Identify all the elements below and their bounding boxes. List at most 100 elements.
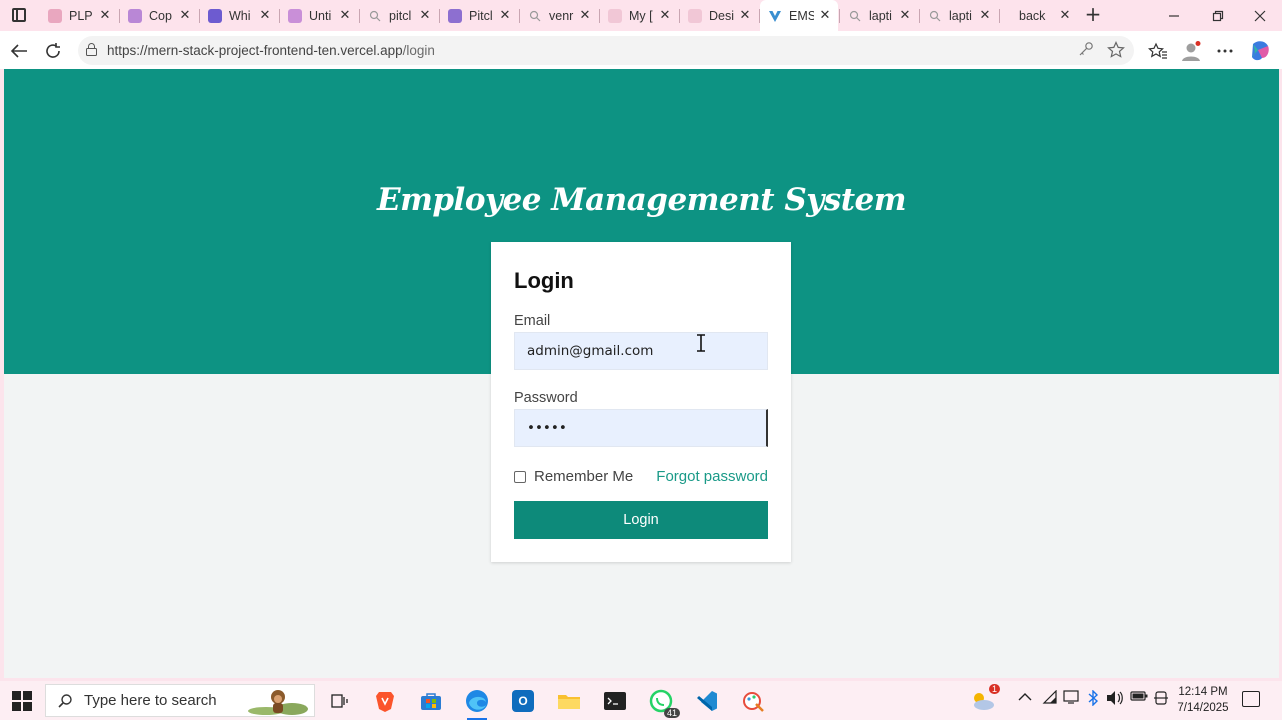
tab-close-icon[interactable]: ✕ (898, 8, 912, 23)
favorite-star-icon[interactable] (1106, 41, 1126, 61)
lock-icon (86, 43, 97, 56)
refresh-button[interactable] (40, 38, 66, 64)
site-favicon-icon (128, 8, 142, 23)
remember-me[interactable]: Remember Me (514, 468, 633, 485)
browser-tab[interactable]: EMS ✕ (760, 0, 838, 31)
restore-button[interactable] (1196, 0, 1240, 31)
wifi-icon[interactable] (1042, 689, 1058, 708)
tab-title: lapti (949, 8, 972, 23)
outlook-icon[interactable]: O (508, 686, 538, 716)
whatsapp-badge: 41 (663, 708, 680, 718)
login-button[interactable]: Login (514, 501, 768, 539)
taskbar-clock[interactable]: 12:14 PM 7/14/2025 (1170, 684, 1236, 716)
minimize-button[interactable] (1152, 0, 1196, 31)
restore-icon (1212, 10, 1224, 21)
weather-badge: 1 (988, 684, 1000, 694)
text-cursor-icon (697, 334, 705, 352)
close-icon (1254, 10, 1266, 21)
browser-tab[interactable]: My [✕ (600, 0, 678, 31)
brave-browser-icon[interactable] (370, 686, 400, 716)
windows-start-icon[interactable] (12, 691, 32, 711)
tab-close-icon[interactable]: ✕ (178, 8, 192, 23)
whatsapp-icon[interactable]: 41 (646, 686, 680, 718)
forgot-password-link[interactable]: Forgot password (656, 468, 768, 485)
browser-tab[interactable]: venr ✕ (520, 0, 598, 31)
tab-title: venr (549, 8, 574, 23)
browser-tab[interactable]: back ✕ (1000, 0, 1078, 31)
email-value: admin@gmail.com (527, 343, 654, 359)
url-text[interactable]: https://mern-stack-project-frontend-ten.… (107, 43, 435, 58)
clock-time: 12:14 PM (1178, 686, 1228, 698)
tab-close-icon[interactable]: ✕ (658, 8, 672, 23)
login-heading: Login (514, 268, 574, 293)
favorites-icon[interactable] (1147, 40, 1169, 62)
tab-close-icon[interactable]: ✕ (578, 8, 592, 23)
tab-title: Desi (709, 8, 734, 23)
tray-overflow-chevron-icon[interactable] (1018, 690, 1032, 706)
browser-tab[interactable]: pitcl ✕ (360, 0, 438, 31)
key-icon[interactable] (1076, 41, 1096, 61)
more-options-icon[interactable] (1214, 40, 1236, 62)
browser-tab[interactable]: PLP ✕ (40, 0, 118, 31)
taskbar-search-box[interactable]: Type here to search (45, 684, 315, 717)
tab-close-icon[interactable]: ✕ (338, 8, 352, 23)
battery-icon[interactable] (1130, 690, 1148, 706)
browser-tab[interactable]: Unti ✕ (280, 0, 358, 31)
browser-tab[interactable]: Whi ✕ (200, 0, 278, 31)
search-favicon-icon (928, 9, 942, 23)
search-favicon-icon (368, 9, 382, 23)
weather-icon[interactable]: 1 (968, 684, 1000, 716)
terminal-icon[interactable] (600, 686, 630, 716)
refresh-icon (46, 43, 60, 58)
microsoft-store-icon[interactable] (416, 686, 446, 716)
tab-close-icon[interactable]: ✕ (1058, 8, 1072, 23)
back-button[interactable] (6, 38, 32, 64)
vscode-icon[interactable] (692, 686, 722, 716)
tab-close-icon[interactable]: ✕ (818, 8, 832, 23)
device-icon[interactable] (1153, 690, 1169, 710)
tab-close-icon[interactable]: ✕ (418, 8, 432, 23)
network-icon[interactable] (1063, 690, 1079, 708)
back-arrow-icon (10, 44, 27, 58)
site-favicon-icon (448, 8, 462, 23)
tab-title: Cop (149, 8, 172, 23)
task-view-icon[interactable] (324, 686, 354, 716)
browser-tab[interactable]: Pitcl ✕ (440, 0, 518, 31)
close-window-button[interactable] (1238, 0, 1282, 31)
paint-app-icon[interactable] (738, 686, 768, 716)
tab-actions-icon[interactable] (8, 5, 30, 25)
bluetooth-icon[interactable] (1087, 689, 1099, 710)
tab-close-icon[interactable]: ✕ (98, 8, 112, 23)
edge-browser-icon[interactable] (462, 686, 492, 720)
email-field[interactable]: admin@gmail.com (514, 332, 768, 370)
app-title: Employee Management System (376, 182, 907, 218)
notification-center-icon[interactable] (1242, 691, 1260, 707)
browser-tab[interactable]: Cop ✕ (120, 0, 198, 31)
tab-close-icon[interactable]: ✕ (498, 8, 512, 23)
new-tab-button[interactable]: + (1082, 4, 1104, 26)
tab-title: Whi (229, 8, 251, 23)
tab-close-icon[interactable]: ✕ (738, 8, 752, 23)
remember-me-checkbox[interactable] (514, 470, 526, 483)
file-explorer-icon[interactable] (554, 686, 584, 716)
tab-title: lapti (869, 8, 892, 23)
tab-title: back (1019, 8, 1046, 23)
site-favicon-icon (608, 8, 622, 23)
email-label: Email (514, 313, 551, 329)
browser-tab[interactable]: lapti ✕ (840, 0, 918, 31)
site-favicon-icon (288, 8, 302, 23)
browser-tab[interactable]: lapti ✕ (920, 0, 998, 31)
tab-close-icon[interactable]: ✕ (258, 8, 272, 23)
password-label: Password (514, 390, 578, 406)
address-bar[interactable]: https://mern-stack-project-frontend-ten.… (78, 36, 1134, 65)
tab-close-icon[interactable]: ✕ (978, 8, 992, 23)
password-field[interactable]: ••••• (514, 409, 768, 447)
password-value: ••••• (527, 420, 567, 436)
browser-tab[interactable]: Desi ✕ (680, 0, 758, 31)
browser-tab-strip: PLP ✕ Cop ✕ Whi ✕ Unti ✕ pitcl ✕ Pitcl ✕ venr ✕ My [✕ D… (0, 0, 1282, 31)
url-path: /login (402, 43, 435, 58)
blank-favicon-icon (1008, 9, 1012, 23)
profile-avatar-icon[interactable] (1180, 40, 1202, 62)
copilot-icon[interactable] (1249, 40, 1271, 62)
volume-icon[interactable] (1106, 690, 1124, 710)
